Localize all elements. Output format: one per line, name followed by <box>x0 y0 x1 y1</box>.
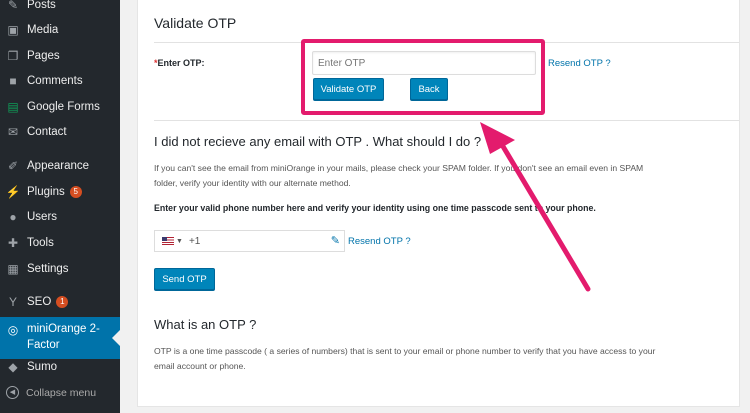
settings-icon: ▦ <box>7 261 19 276</box>
chevron-down-icon[interactable]: ▼ <box>176 238 183 245</box>
phone-instruction: Enter your valid phone number here and v… <box>154 203 596 213</box>
sidebar-item-settings[interactable]: ▦ Settings <box>0 256 120 281</box>
paintbrush-icon: ✐ <box>7 158 19 173</box>
otp-definition-line-2: email account or phone. <box>154 361 246 371</box>
spam-help-line-2: folder, verify your identity with our al… <box>154 178 351 188</box>
collapse-menu-button[interactable]: ◀ Collapse menu <box>0 380 120 405</box>
comment-icon: ■ <box>9 73 17 88</box>
pages-icon: ❐ <box>7 48 19 63</box>
sidebar-item-label: Media <box>27 23 59 36</box>
sidebar-item-google-forms[interactable]: ▤ Google Forms <box>0 94 120 119</box>
admin-sidebar: ✎ Posts ▣ Media ❐ Pages ■ Comments ▤ Google F… <box>0 0 120 413</box>
sidebar-item-label: Users <box>27 210 58 223</box>
page-title: Validate OTP <box>154 15 237 31</box>
active-indicator <box>112 330 120 346</box>
us-flag-icon <box>162 237 174 245</box>
sidebar-item-seo[interactable]: Y SEO 1 <box>0 289 120 314</box>
what-is-otp-heading: What is an OTP ? <box>154 317 257 332</box>
sidebar-item-miniorange[interactable]: ◎ miniOrange 2-Factor <box>0 317 120 359</box>
otp-definition-line-1: OTP is a one time passcode ( a series of… <box>154 346 656 356</box>
sidebar-item-comments[interactable]: ■ Comments <box>0 68 120 93</box>
pushpin-icon: ✎ <box>7 0 19 12</box>
validate-otp-panel: Validate OTP *Enter OTP: Resend OTP ? Va… <box>137 0 740 407</box>
dial-code: +1 <box>188 235 201 247</box>
sidebar-item-label: Collapse menu <box>26 386 97 399</box>
users-icon: ● <box>9 209 17 224</box>
sidebar-item-sumo[interactable]: ◆ Sumo <box>0 354 120 379</box>
sidebar-item-users[interactable]: ● Users <box>0 204 120 229</box>
sidebar-item-label: SEO <box>27 295 52 308</box>
notification-badge: 1 <box>56 295 69 308</box>
seo-icon: Y <box>8 294 17 309</box>
send-otp-button[interactable]: Send OTP <box>154 268 215 290</box>
miniorange-icon: ◎ <box>7 323 19 337</box>
sidebar-item-contact[interactable]: ✉ Contact <box>0 119 120 144</box>
resend-otp-phone-link[interactable]: Resend OTP ? <box>348 236 411 247</box>
sidebar-item-plugins[interactable]: ⚡ Plugins 5 <box>0 179 120 204</box>
spam-help-line-1: If you can't see the email from miniOran… <box>154 163 644 173</box>
collapse-icon: ◀ <box>6 386 19 399</box>
enter-otp-label: *Enter OTP: <box>154 58 205 68</box>
plugin-icon: ⚡ <box>5 184 21 199</box>
sidebar-item-label: Google Forms <box>27 100 100 113</box>
sidebar-item-label: Comments <box>27 74 83 87</box>
sidebar-item-label: Appearance <box>27 159 90 172</box>
sidebar-item-appearance[interactable]: ✐ Appearance <box>0 153 120 178</box>
wrench-icon: ✚ <box>7 235 19 250</box>
resend-otp-link[interactable]: Resend OTP ? <box>548 58 611 69</box>
sidebar-item-label: Posts <box>27 0 56 11</box>
sidebar-item-label: Sumo <box>27 360 58 373</box>
highlight-box <box>301 39 545 115</box>
help-heading: I did not recieve any email with OTP . W… <box>154 134 482 149</box>
sidebar-item-label: Plugins <box>27 185 65 198</box>
sidebar-item-media[interactable]: ▣ Media <box>0 17 120 42</box>
mail-icon: ✉ <box>7 124 19 139</box>
sidebar-item-pages[interactable]: ❐ Pages <box>0 43 120 68</box>
media-icon: ▣ <box>7 22 19 37</box>
sidebar-item-tools[interactable]: ✚ Tools <box>0 230 120 255</box>
sidebar-item-label: miniOrange 2-Factor <box>27 323 100 351</box>
phone-number-field[interactable]: ▼ +1 ✎ <box>154 230 345 252</box>
sidebar-item-label: Tools <box>27 236 54 249</box>
field-label-text: Enter OTP: <box>157 58 205 68</box>
forms-icon: ▤ <box>7 99 19 114</box>
update-count-badge: 5 <box>69 185 82 198</box>
sidebar-item-label: Contact <box>27 125 67 138</box>
sumo-icon: ◆ <box>8 359 18 374</box>
edit-pencil-icon[interactable]: ✎ <box>331 234 340 247</box>
divider <box>154 120 739 121</box>
sidebar-item-label: Pages <box>27 49 60 62</box>
sidebar-item-posts[interactable]: ✎ Posts <box>0 0 120 17</box>
sidebar-item-label: Settings <box>27 262 69 275</box>
